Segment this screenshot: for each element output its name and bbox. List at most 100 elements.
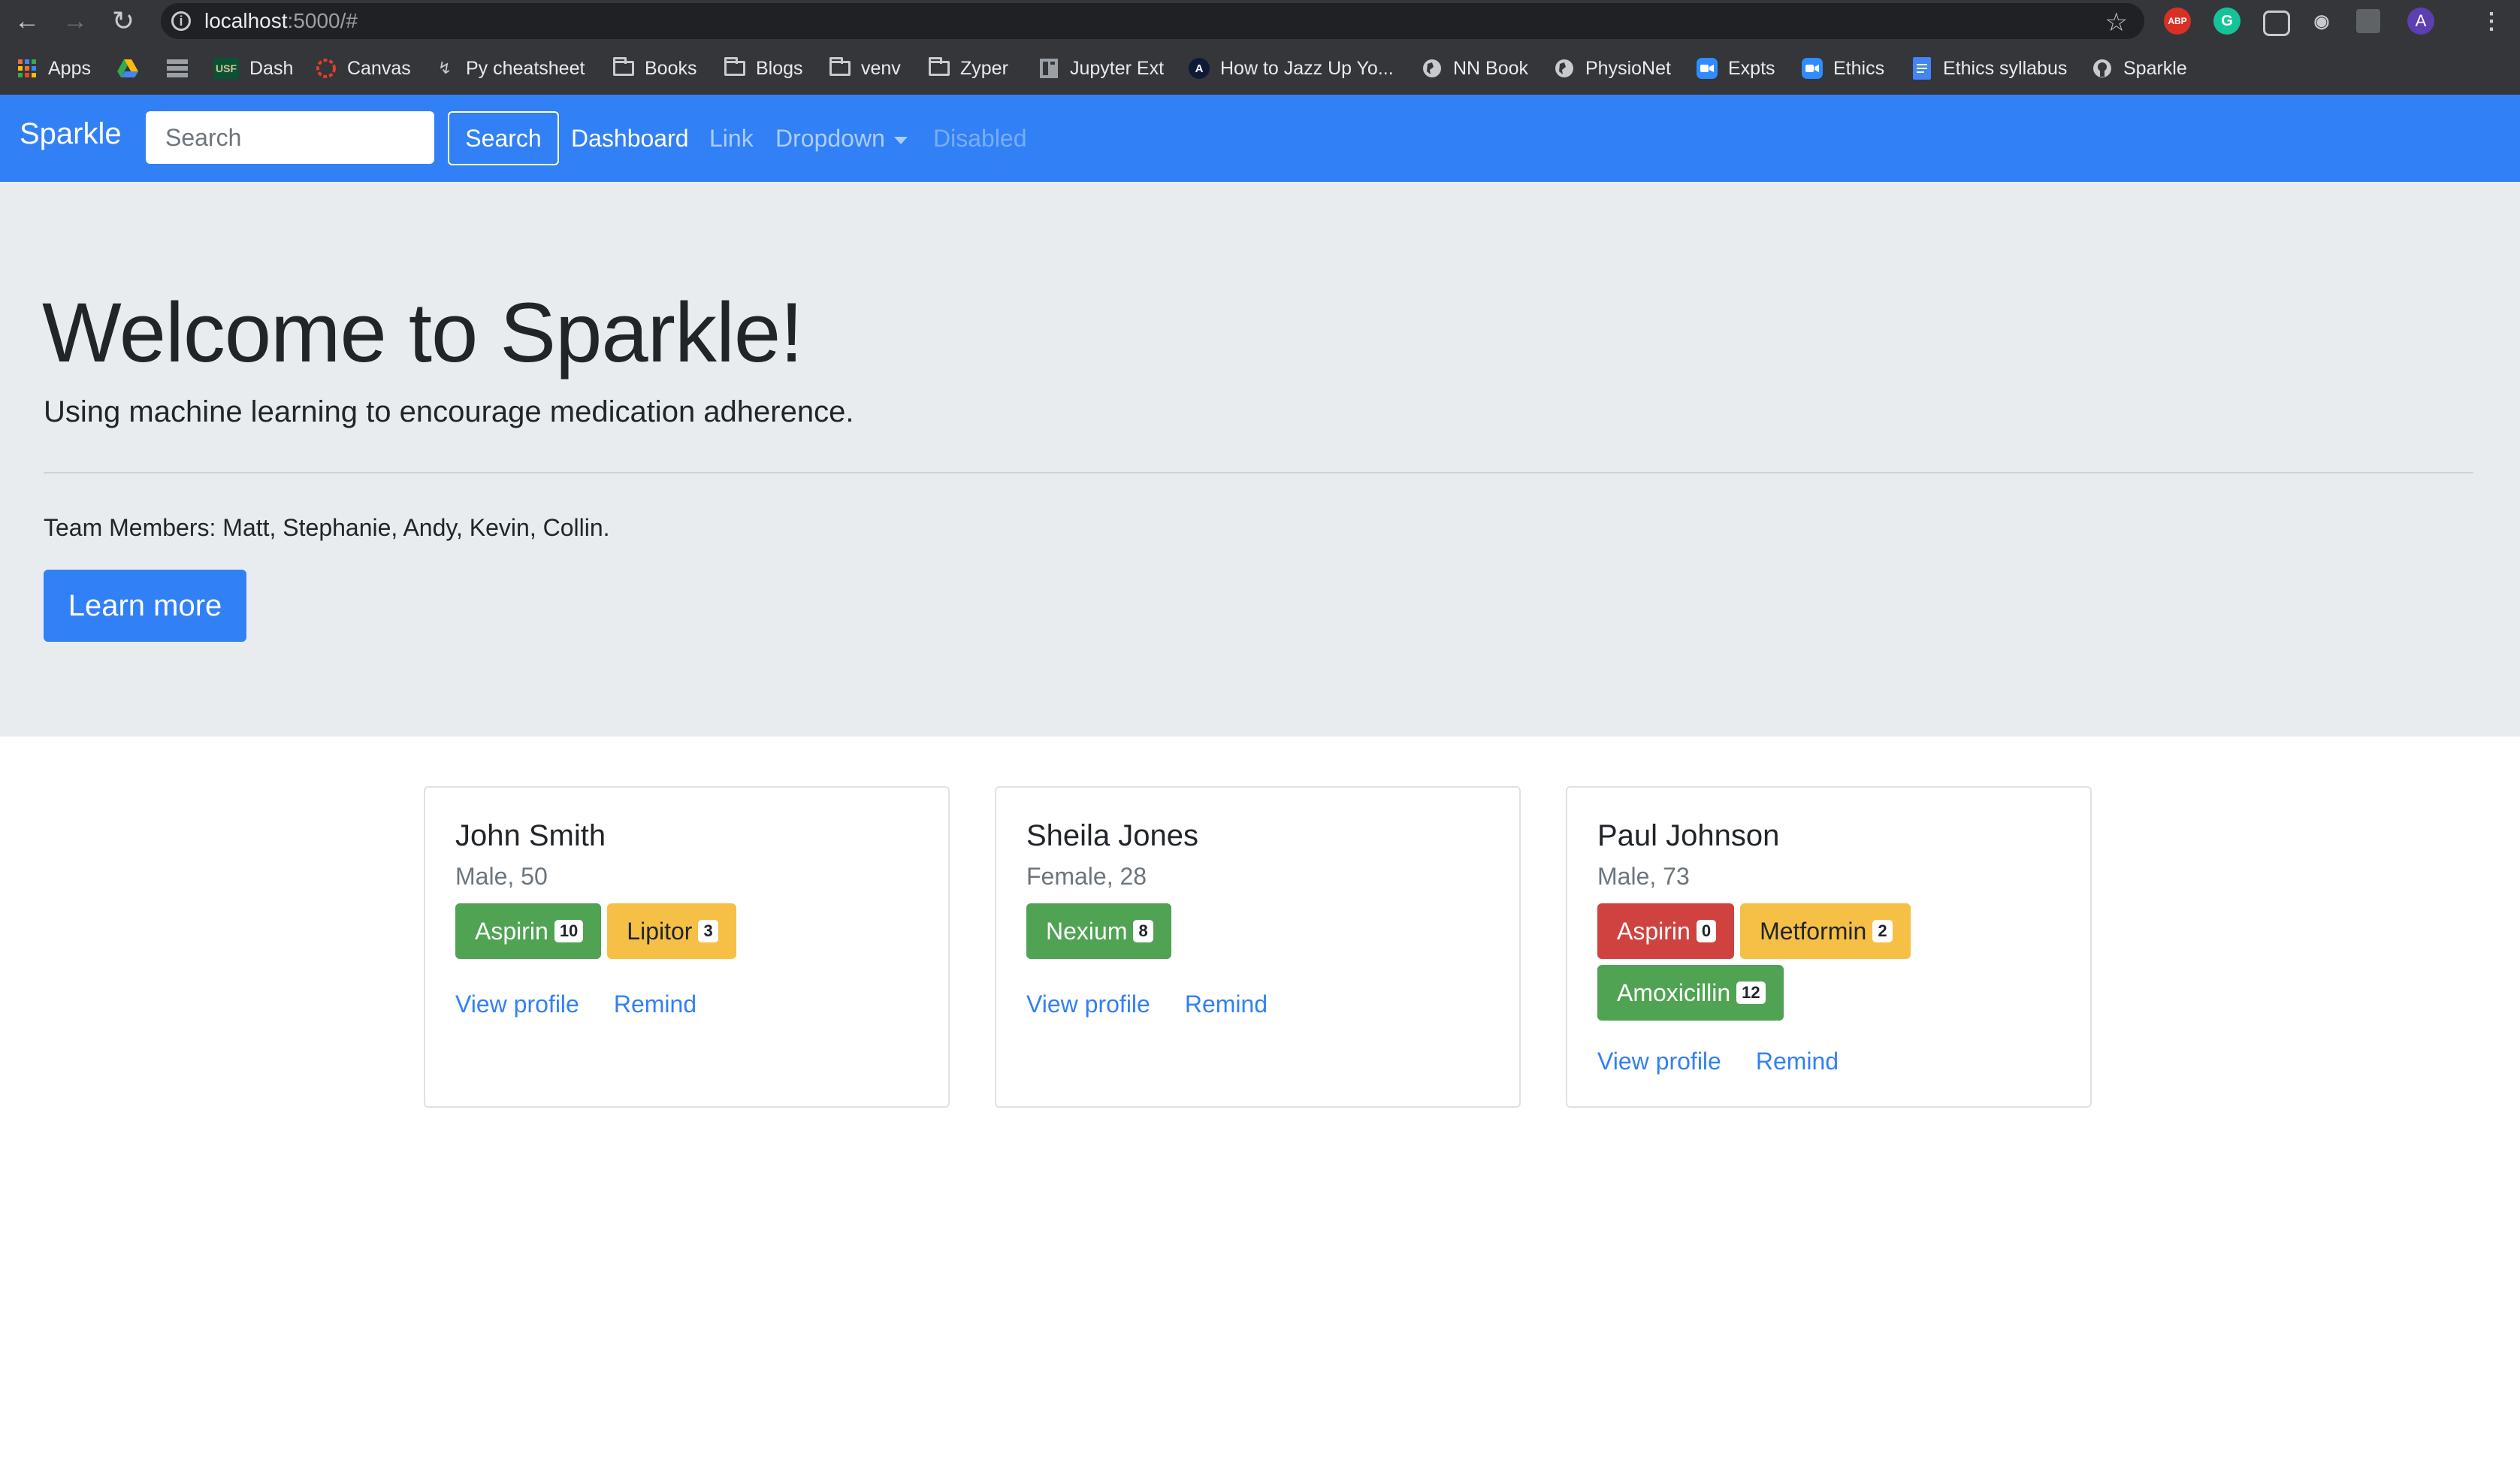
search-input[interactable]: [146, 111, 434, 164]
medication-list: Aspirin 10 Lipitor 3: [455, 903, 906, 959]
folder-icon: [724, 57, 745, 79]
bookmark-sparkle[interactable]: Sparkle: [2092, 56, 2187, 81]
patient-name: Paul Johnson: [1597, 819, 1780, 852]
docs-icon: [1911, 57, 1932, 80]
nav-disabled: Disabled: [933, 125, 1027, 152]
bookmark-dash[interactable]: USF Dash: [213, 56, 293, 81]
patient-info: Female, 28: [1026, 863, 1147, 890]
bookmark-canvas[interactable]: Canvas: [316, 56, 411, 81]
canvas-icon: [316, 58, 337, 79]
browser-toolbar: ← → ↻ i localhost:5000/# ☆ ABP G ◉ A ⋮: [0, 0, 2520, 42]
card-actions: View profile Remind: [455, 991, 696, 1018]
bookmark-expts[interactable]: Expts: [1697, 56, 1775, 81]
patient-card: Paul Johnson Male, 73 Aspirin 0 Metformin…: [1566, 786, 2092, 1108]
sheets-grid-icon: [167, 58, 188, 79]
remind-link[interactable]: Remind: [614, 991, 696, 1018]
folder-icon: [929, 57, 950, 79]
medication-list: Nexium 8: [1026, 903, 1477, 959]
usf-logo-icon: USF: [213, 58, 239, 79]
jumbotron: Welcome to Sparkle! Using machine learni…: [0, 182, 2520, 736]
zoom-icon: [1802, 58, 1823, 79]
forward-arrow-icon[interactable]: →: [57, 3, 93, 39]
view-profile-link[interactable]: View profile: [1597, 1048, 1721, 1075]
apps-grid-icon: [17, 58, 38, 79]
medication-badge[interactable]: Nexium 8: [1026, 903, 1171, 959]
patient-card: Sheila Jones Female, 28 Nexium 8 View pro…: [995, 786, 1521, 1108]
bookmark-books[interactable]: Books: [613, 56, 696, 81]
folder-icon: [613, 57, 634, 79]
bookmark-star-icon[interactable]: ☆: [2105, 8, 2128, 38]
browser-menu-icon[interactable]: ⋮: [2478, 8, 2505, 35]
google-drive-icon: [117, 58, 138, 79]
page-lead: Using machine learning to encourage medi…: [44, 395, 854, 428]
view-profile-link[interactable]: View profile: [1026, 991, 1150, 1018]
angular-icon: A: [1189, 58, 1210, 79]
remind-link[interactable]: Remind: [1185, 991, 1268, 1018]
view-profile-link[interactable]: View profile: [455, 991, 579, 1018]
bookmark-zyper[interactable]: Zyper: [929, 56, 1008, 81]
card-actions: View profile Remind: [1026, 991, 1268, 1018]
grammarly-extension-icon[interactable]: G: [2213, 8, 2241, 35]
bookmarks-bar: Apps USF Dash Canvas ↯ Py cheatsheet Books…: [0, 42, 2520, 95]
url-text[interactable]: localhost:5000/#: [204, 9, 358, 33]
medication-badge[interactable]: Metformin 2: [1740, 903, 1911, 959]
bookmark-venv[interactable]: venv: [829, 56, 901, 81]
bookmark-apps[interactable]: Apps: [17, 56, 91, 81]
chevron-down-icon: [893, 136, 908, 144]
adblock-extension-icon[interactable]: ABP: [2164, 8, 2191, 35]
medication-badge[interactable]: Lipitor 3: [607, 903, 736, 959]
dose-count-badge: 10: [554, 920, 584, 942]
pocket-extension-icon[interactable]: [2263, 11, 2290, 36]
github-icon: [2092, 58, 2113, 79]
reload-icon[interactable]: ↻: [105, 3, 141, 39]
nav-dropdown[interactable]: Dropdown: [775, 125, 908, 153]
patient-name: Sheila Jones: [1026, 819, 1199, 852]
dose-count-badge: 2: [1872, 920, 1893, 942]
facebook-extension-icon[interactable]: [2356, 9, 2380, 33]
bookmark-jazz-up[interactable]: A How to Jazz Up Yo...: [1189, 56, 1394, 81]
bookmark-sheets[interactable]: [167, 56, 198, 81]
dose-count-badge: 12: [1736, 981, 1766, 1004]
folder-icon: [829, 57, 851, 79]
site-info-icon[interactable]: i: [171, 11, 191, 31]
profile-avatar[interactable]: A: [2407, 8, 2434, 35]
patient-card: John Smith Male, 50 Aspirin 10 Lipitor 3 V…: [424, 786, 950, 1108]
bookmark-physionet[interactable]: PhysioNet: [1554, 56, 1671, 81]
search-button[interactable]: Search: [448, 111, 559, 165]
bookmark-drive[interactable]: [117, 56, 149, 81]
dose-count-badge: 8: [1133, 920, 1153, 942]
page-icon: [1038, 58, 1059, 79]
nav-link[interactable]: Link: [709, 125, 754, 153]
bookmark-ethics-syllabus[interactable]: Ethics syllabus: [1911, 56, 2067, 81]
zoom-icon: [1697, 58, 1718, 79]
nav-dashboard[interactable]: Dashboard: [571, 125, 689, 153]
navbar-brand[interactable]: Sparkle: [20, 117, 122, 151]
bookmark-py-cheatsheet[interactable]: ↯ Py cheatsheet: [434, 56, 585, 81]
medication-badge[interactable]: Amoxicillin 12: [1597, 965, 1784, 1021]
learn-more-button[interactable]: Learn more: [44, 570, 246, 642]
divider: [44, 472, 2473, 473]
patient-name: John Smith: [455, 819, 606, 852]
bookmark-nn-book[interactable]: NN Book: [1422, 56, 1528, 81]
medication-badge[interactable]: Aspirin 0: [1597, 903, 1735, 959]
bookmark-blogs[interactable]: Blogs: [724, 56, 803, 81]
remind-link[interactable]: Remind: [1756, 1048, 1839, 1075]
bolt-icon: ↯: [437, 59, 452, 77]
medication-badge[interactable]: Aspirin 10: [455, 903, 602, 959]
app-navbar: Sparkle Search Dashboard Link Dropdown D…: [0, 95, 2520, 182]
dose-count-badge: 0: [1696, 920, 1717, 942]
bookmark-ethics[interactable]: Ethics: [1802, 56, 1884, 81]
address-bar[interactable]: i localhost:5000/# ☆: [161, 3, 2144, 39]
team-members-text: Team Members: Matt, Stephanie, Andy, Kev…: [44, 514, 610, 541]
patient-info: Male, 50: [455, 863, 548, 890]
extension-icon[interactable]: ◉: [2308, 8, 2335, 35]
globe-icon: [1422, 58, 1443, 79]
medication-list: Aspirin 0 Metformin 2 Amoxicillin 12: [1597, 903, 1943, 1021]
patient-info: Male, 73: [1597, 863, 1690, 890]
card-actions: View profile Remind: [1597, 1048, 1839, 1075]
back-arrow-icon[interactable]: ←: [9, 3, 45, 39]
dose-count-badge: 3: [698, 920, 718, 942]
globe-icon: [1554, 58, 1575, 79]
bookmark-jupyter-ext[interactable]: Jupyter Ext: [1038, 56, 1164, 81]
page-title: Welcome to Sparkle!: [42, 286, 803, 380]
